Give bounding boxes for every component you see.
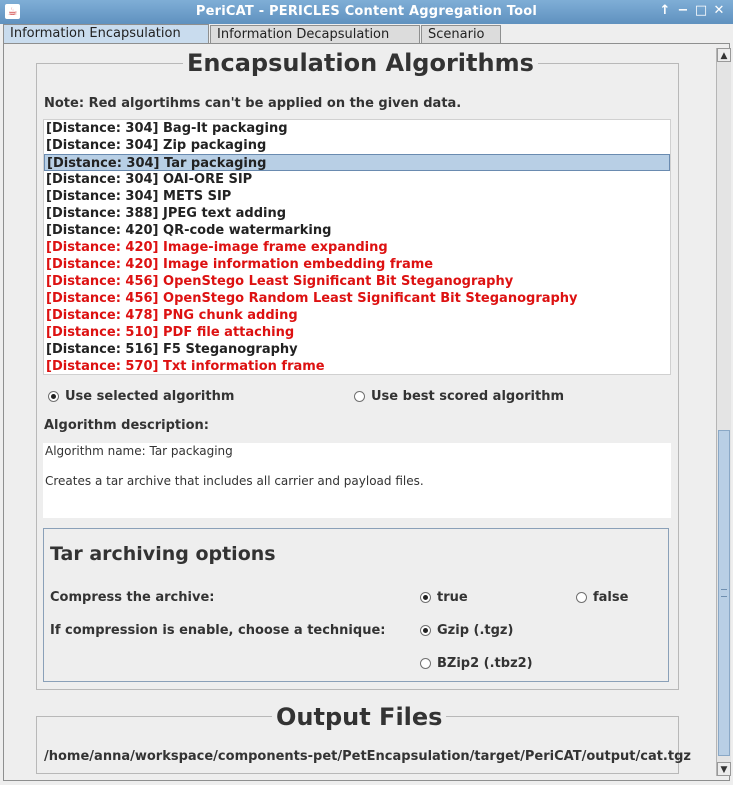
close-button[interactable]: ✕: [711, 3, 727, 19]
title-bar: ☕ PeriCAT - PERICLES Content Aggregation…: [0, 0, 733, 24]
encapsulation-title: Encapsulation Algorithms: [183, 49, 538, 77]
algorithm-description-label: Algorithm description:: [44, 418, 209, 433]
algorithm-list-item[interactable]: [Distance: 388] JPEG text adding: [44, 205, 670, 222]
algorithm-list-item[interactable]: [Distance: 304] METS SIP: [44, 188, 670, 205]
algorithm-list-item[interactable]: [Distance: 570] Txt information frame: [44, 358, 670, 375]
scroll-up-icon[interactable]: ▲: [717, 48, 731, 62]
output-files-title: Output Files: [272, 703, 447, 731]
compression-technique-label: If compression is enable, choose a techn…: [50, 623, 386, 638]
gzip-radio[interactable]: Gzip (.tgz): [420, 623, 513, 638]
tab-scenario[interactable]: Scenario: [421, 25, 501, 43]
algorithm-list-item[interactable]: [Distance: 420] Image-image frame expand…: [44, 239, 670, 256]
algorithm-list-item[interactable]: [Distance: 478] PNG chunk adding: [44, 307, 670, 324]
compress-true-radio[interactable]: true: [420, 590, 468, 605]
tar-archiving-options-panel: Tar archiving options: [43, 528, 669, 682]
compress-archive-label: Compress the archive:: [50, 590, 215, 605]
radio-unchecked-icon: [354, 391, 365, 402]
scroll-thumb[interactable]: [718, 430, 730, 756]
algorithm-list-item[interactable]: [Distance: 304] Bag-It packaging: [44, 120, 670, 137]
minimize-button[interactable]: −: [675, 3, 691, 19]
algorithm-list-item[interactable]: [Distance: 456] OpenStego Random Least S…: [44, 290, 670, 307]
vertical-scrollbar[interactable]: ▲ ▼: [716, 48, 731, 776]
algorithm-list-item[interactable]: [Distance: 420] Image information embedd…: [44, 256, 670, 273]
algorithm-list-item[interactable]: [Distance: 510] PDF file attaching: [44, 324, 670, 341]
algorithm-name-text: Algorithm name: Tar packaging: [45, 444, 233, 458]
grip-icon: [721, 589, 727, 597]
algorithm-list-item[interactable]: [Distance: 304] Tar packaging: [44, 154, 670, 171]
radio-checked-icon: [48, 391, 59, 402]
algorithm-description-box: Algorithm name: Tar packaging Creates a …: [43, 443, 671, 518]
tab-information-encapsulation[interactable]: Information Encapsulation: [3, 24, 209, 44]
algorithm-list-item[interactable]: [Distance: 304] OAI-ORE SIP: [44, 171, 670, 188]
algorithm-list-item[interactable]: [Distance: 420] QR-code watermarking: [44, 222, 670, 239]
radio-checked-icon: [420, 625, 431, 636]
algorithm-list-item[interactable]: [Distance: 304] Zip packaging: [44, 137, 670, 154]
radio-unchecked-icon: [420, 658, 431, 669]
keep-above-button[interactable]: ↑: [657, 3, 673, 19]
tar-options-title: Tar archiving options: [50, 543, 276, 565]
algorithm-list-item[interactable]: [Distance: 516] F5 Steganography: [44, 341, 670, 358]
use-best-scored-algorithm-radio[interactable]: Use best scored algorithm: [354, 389, 564, 404]
scroll-down-icon[interactable]: ▼: [717, 762, 731, 776]
algorithm-list-item[interactable]: [Distance: 456] OpenStego Least Signific…: [44, 273, 670, 290]
compress-false-radio[interactable]: false: [576, 590, 628, 605]
window-title: PeriCAT - PERICLES Content Aggregation T…: [195, 4, 538, 19]
radio-unchecked-icon: [576, 592, 587, 603]
maximize-button[interactable]: □: [693, 3, 709, 19]
tab-information-decapsulation[interactable]: Information Decapsulation: [210, 25, 420, 43]
algorithm-description-text: Creates a tar archive that includes all …: [45, 474, 424, 488]
bzip2-radio[interactable]: BZip2 (.tbz2): [420, 656, 533, 671]
radio-checked-icon: [420, 592, 431, 603]
red-algorithms-note: Note: Red algortihms can't be applied on…: [44, 96, 462, 111]
use-selected-algorithm-radio[interactable]: Use selected algorithm: [48, 389, 234, 404]
algorithm-list[interactable]: [Distance: 304] Bag-It packaging [Distanc…: [43, 119, 671, 375]
output-file-path[interactable]: /home/anna/workspace/components-pet/PetE…: [44, 749, 691, 764]
